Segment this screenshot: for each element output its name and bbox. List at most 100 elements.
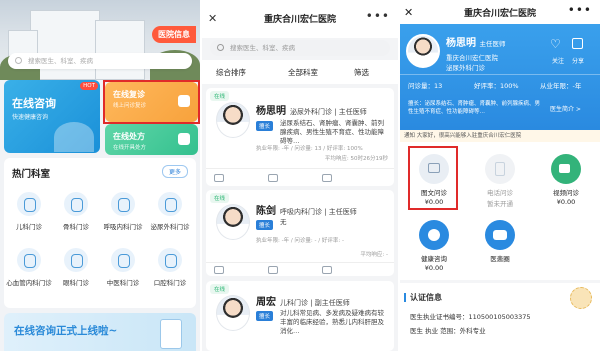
lungs-icon [111, 192, 135, 216]
cert-scope: 医生 执业 范围：外科专业 [410, 327, 486, 335]
response-time: 平均响应: 50时26分19秒 [324, 156, 388, 162]
services-section: 图文问诊 ¥0.00 电话问诊 暂未开通 视频问诊 ¥0.00 健康咨询 ¥0.… [400, 142, 600, 280]
doctor-meta: 执业年限: -年 / 问诊量: 13 / 好评率: 100% [256, 146, 363, 152]
doctor-intro-link[interactable]: 医生简介 > [550, 104, 581, 113]
more-options-icon[interactable]: ••• [568, 3, 592, 17]
search-input[interactable]: 搜索医生、科室、疾病 [210, 40, 390, 56]
department-filter[interactable]: 全部科室 [288, 67, 318, 78]
doctor-detail-panel: ✕ 重庆合川宏仁医院 ••• 杨思明 主任医师 重庆合川宏仁医院 泌尿外科门诊 … [400, 0, 600, 351]
hospital-name: 重庆合川宏仁医院 [446, 54, 498, 62]
video-icon [551, 154, 581, 184]
doctor-name: 杨思明 [446, 38, 476, 49]
online-prescription-card[interactable]: 在线处方 在线开具处方 [105, 124, 198, 155]
heart-icon [17, 248, 41, 272]
doctor-skill: 擅长：泌尿系结石、肾肿瘤、肾囊肿、前列腺疾病、男性生殖不育症、性功能障碍等… [408, 101, 541, 115]
filter-bar: 综合排序 全部科室 筛选 [202, 60, 398, 84]
eye-icon [64, 248, 88, 272]
more-button[interactable]: 更多 [161, 165, 188, 178]
good-rate: 好评率：100% [474, 82, 519, 90]
avatar [216, 204, 250, 240]
avatar [406, 34, 440, 68]
kidney-icon [158, 192, 182, 216]
doctor-profile-header: 杨思明 主任医师 重庆合川宏仁医院 泌尿外科门诊 ♡ 关注 分享 问诊量：13 … [400, 24, 600, 130]
sort-filter[interactable]: 综合排序 [216, 67, 246, 78]
doctor-illustration-icon [54, 122, 94, 152]
dept-urology[interactable]: 泌尿外科门诊 [147, 192, 193, 231]
more-options-icon[interactable]: ••• [366, 9, 390, 23]
department-name: 泌尿外科门诊 [446, 64, 485, 72]
online-consult-subtitle: 快速健康咨询 [12, 114, 49, 121]
home-panel: 医院信息 搜索医生、科室、疾病 HOT 在线咨询 快速健康咨询 在线复诊 线上问… [0, 0, 200, 351]
screen-filter[interactable]: 筛选 [354, 67, 369, 78]
share-icon[interactable] [572, 38, 583, 49]
highlight-box [408, 146, 458, 210]
practice-years: 从业年限：-年 [540, 82, 582, 90]
title-bar: ✕ 重庆合川宏仁医院 ••• 搜索医生、科室、疾病 [202, 0, 398, 56]
notice-bar: 通知 大家好，很高兴能够入驻重庆合川宏仁医院 [400, 130, 600, 142]
doctor-card[interactable]: 在线 周宏 儿科门诊 | 副主任医师 擅长 对儿科常见病、多发病及疑难病有较丰富的… [206, 281, 394, 351]
online-consult-title: 在线咨询 [12, 97, 56, 110]
doctor-name: 陈剑 [256, 206, 276, 217]
skill-tag: 擅长 [256, 220, 274, 230]
image-icon [214, 174, 224, 182]
consult-count: 问诊量：13 [408, 82, 443, 90]
herb-icon [111, 248, 135, 272]
search-input[interactable]: 搜索医生、科室、疾病 [8, 53, 192, 69]
cert-number: 医生执业证书编号：110500105003375 [410, 313, 531, 321]
chat-icon [419, 220, 449, 250]
share-button[interactable]: 分享 [572, 56, 584, 65]
tooth-icon [158, 248, 182, 272]
dept-pediatrics[interactable]: 儿科门诊 [6, 192, 52, 231]
doctor-name: 周宏 [256, 297, 276, 308]
online-badge: 在线 [210, 284, 230, 294]
doctor-patient-circle[interactable]: 医患圈 [472, 220, 528, 263]
image-icon [214, 266, 224, 274]
bone-icon [64, 192, 88, 216]
avatar [216, 295, 250, 331]
online-badge: 在线 [210, 91, 230, 101]
hot-departments-section: 热门科室 更多 儿科门诊 骨科门诊 呼吸内科门诊 泌尿外科门诊 心血管内科门诊 … [4, 158, 196, 308]
heart-icon[interactable]: ♡ [550, 38, 564, 50]
dept-ophthalmology[interactable]: 眼科门诊 [53, 248, 99, 287]
phone-consult[interactable]: 电话问诊 暂未开通 [472, 154, 528, 208]
doctor-desc: 对儿科常见病、多发病及疑难病有较丰富的临床经验，熟悉儿内科肝胆及消化… [280, 309, 384, 335]
cert-title: 认证信息 [404, 293, 442, 302]
doctor-card[interactable]: 在线 杨思明 泌尿外科门诊 | 主任医师 擅长 泌尿系结石、肾肿瘤、肾囊肿、前列腺… [206, 88, 394, 186]
certified-seal-icon [570, 287, 592, 309]
skill-tag: 擅长 [256, 311, 274, 321]
avatar [216, 102, 250, 138]
section-title: 热门科室 [12, 169, 51, 180]
video-icon [322, 174, 332, 182]
dept-respiratory[interactable]: 呼吸内科门诊 [100, 192, 146, 231]
dept-cardiology[interactable]: 心血管内科门诊 [6, 248, 52, 287]
response-time: 平均响应: - [360, 252, 388, 258]
hospital-info-button[interactable]: 医院信息 [152, 26, 196, 43]
phone-icon [485, 154, 515, 184]
highlight-box [103, 80, 200, 124]
video-icon [322, 266, 332, 274]
dept-tcm[interactable]: 中医科门诊 [100, 248, 146, 287]
promo-banner[interactable]: 在线咨询正式上线啦~ [4, 313, 196, 351]
health-consult[interactable]: 健康咨询 ¥0.00 [406, 220, 462, 272]
search-icon [15, 57, 22, 64]
doctor-title: 呼吸内科门诊 | 主任医师 [280, 208, 357, 216]
doctor-desc: 泌尿系结石、肾肿瘤、肾囊肿、前列腺疾病、男性生殖不育症、性功能障碍等… [280, 119, 384, 145]
doctor-name: 杨思明 [256, 106, 286, 117]
hot-badge: HOT [80, 82, 98, 90]
dept-dental[interactable]: 口腔科门诊 [147, 248, 193, 287]
doctor-card[interactable]: 在线 陈剑 呼吸内科门诊 | 主任医师 擅长 无 执业年限: -年 / 问诊量: … [206, 190, 394, 276]
skill-tag: 擅长 [256, 121, 274, 131]
online-badge: 在线 [210, 193, 230, 203]
doctor-title: 泌尿外科门诊 | 主任医师 [290, 108, 367, 116]
doctor-title: 主任医师 [479, 40, 506, 48]
follow-button[interactable]: 关注 [552, 56, 564, 65]
message-icon [485, 220, 515, 250]
phone-illustration-icon [160, 319, 182, 349]
document-icon [178, 133, 190, 145]
doctor-list-panel: ✕ 重庆合川宏仁医院 ••• 搜索医生、科室、疾病 综合排序 全部科室 筛选 在… [202, 0, 398, 351]
online-consult-card[interactable]: HOT 在线咨询 快速健康咨询 [4, 80, 100, 153]
phone-icon [268, 266, 278, 274]
certification-section: 认证信息 医生执业证书编号：110500105003375 医生 执业 范围：外… [400, 283, 600, 351]
dept-orthopedics[interactable]: 骨科门诊 [53, 192, 99, 231]
video-consult[interactable]: 视频问诊 ¥0.00 [538, 154, 594, 206]
